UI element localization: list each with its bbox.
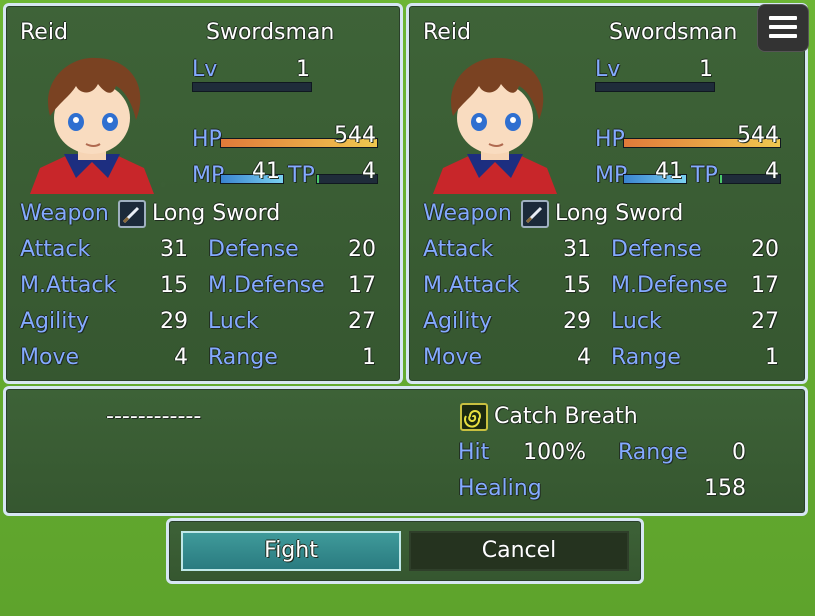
- swirl-icon: [460, 403, 488, 431]
- tp-label: TP: [691, 163, 718, 188]
- stat-luck-label: Luck: [611, 309, 662, 334]
- stat-attack-value: 31: [160, 237, 188, 262]
- hp-value: 544: [334, 123, 376, 148]
- attacker-action-placeholder: ------------: [106, 404, 202, 429]
- stat-luck-value: 27: [348, 309, 376, 334]
- skill-healing-label: Healing: [458, 476, 542, 501]
- actor-name: Reid: [20, 20, 68, 45]
- stat-mdef-value: 17: [348, 273, 376, 298]
- level-label: Lv: [595, 57, 621, 82]
- stat-defense-label: Defense: [208, 237, 299, 262]
- stat-range-label: Range: [611, 345, 681, 370]
- hamburger-menu-icon[interactable]: [757, 4, 809, 52]
- stat-move-label: Move: [20, 345, 79, 370]
- skill-name: Catch Breath: [494, 404, 638, 429]
- stat-mdef-value: 17: [751, 273, 779, 298]
- tp-label: TP: [288, 163, 315, 188]
- stat-agility-label: Agility: [20, 309, 89, 334]
- weapon-name: Long Sword: [555, 201, 684, 226]
- stat-move-value: 4: [577, 345, 591, 370]
- mp-value: 41: [252, 159, 280, 184]
- stat-attack-label: Attack: [20, 237, 91, 262]
- target-class: Swordsman: [609, 20, 738, 45]
- stat-mdef-label: M.Defense: [611, 273, 728, 298]
- stat-defense-value: 20: [751, 237, 779, 262]
- stat-defense-label: Defense: [611, 237, 702, 262]
- stat-mdef-label: M.Defense: [208, 273, 325, 298]
- cancel-label: Cancel: [481, 538, 557, 563]
- hp-label: HP: [595, 127, 625, 152]
- skill-hit-label: Hit: [458, 440, 490, 465]
- weapon-label: Weapon: [20, 201, 109, 226]
- stat-range-value: 1: [765, 345, 779, 370]
- stat-attack-label: Attack: [423, 237, 494, 262]
- stat-matk-label: M.Attack: [423, 273, 520, 298]
- stat-matk-label: M.Attack: [20, 273, 117, 298]
- stat-luck-label: Luck: [208, 309, 259, 334]
- target-portrait: [423, 50, 567, 194]
- skill-range-label: Range: [618, 440, 688, 465]
- cancel-button[interactable]: Cancel: [409, 531, 629, 571]
- hp-label: HP: [192, 127, 222, 152]
- sword-icon: [118, 200, 146, 228]
- stat-move-label: Move: [423, 345, 482, 370]
- tp-value: 4: [765, 159, 779, 184]
- level-label: Lv: [192, 57, 218, 82]
- stat-defense-value: 20: [348, 237, 376, 262]
- stat-attack-value: 31: [563, 237, 591, 262]
- stat-move-value: 4: [174, 345, 188, 370]
- tp-value: 4: [362, 159, 376, 184]
- stat-agility-label: Agility: [423, 309, 492, 334]
- stat-matk-value: 15: [563, 273, 591, 298]
- target-name: Reid: [423, 20, 471, 45]
- right-status-window: Reid Swordsman Lv 1 HP 544 MP 41 TP 4 We…: [406, 3, 808, 384]
- stat-luck-value: 27: [751, 309, 779, 334]
- level-bar: [192, 82, 312, 92]
- stat-matk-value: 15: [160, 273, 188, 298]
- fight-button[interactable]: Fight: [181, 531, 401, 571]
- hp-value: 544: [737, 123, 779, 148]
- skill-info-window: ------------ Catch Breath Hit 100% Range…: [3, 386, 808, 516]
- stat-range-label: Range: [208, 345, 278, 370]
- stat-range-value: 1: [362, 345, 376, 370]
- actor-class: Swordsman: [206, 20, 335, 45]
- level-value: 1: [699, 57, 713, 82]
- level-bar: [595, 82, 715, 92]
- skill-range-value: 0: [732, 440, 746, 465]
- fight-label: Fight: [264, 538, 318, 563]
- skill-healing-value: 158: [704, 476, 746, 501]
- weapon-name: Long Sword: [152, 201, 281, 226]
- left-status-window: Reid Swordsman Lv 1 HP 544 MP 41 TP 4 We…: [3, 3, 403, 384]
- sword-icon: [521, 200, 549, 228]
- level-value: 1: [296, 57, 310, 82]
- stat-agility-value: 29: [160, 309, 188, 334]
- actor-portrait: [20, 50, 164, 194]
- stat-agility-value: 29: [563, 309, 591, 334]
- weapon-label: Weapon: [423, 201, 512, 226]
- command-window: Fight Cancel: [166, 518, 644, 584]
- skill-hit-value: 100%: [523, 440, 586, 465]
- mp-value: 41: [655, 159, 683, 184]
